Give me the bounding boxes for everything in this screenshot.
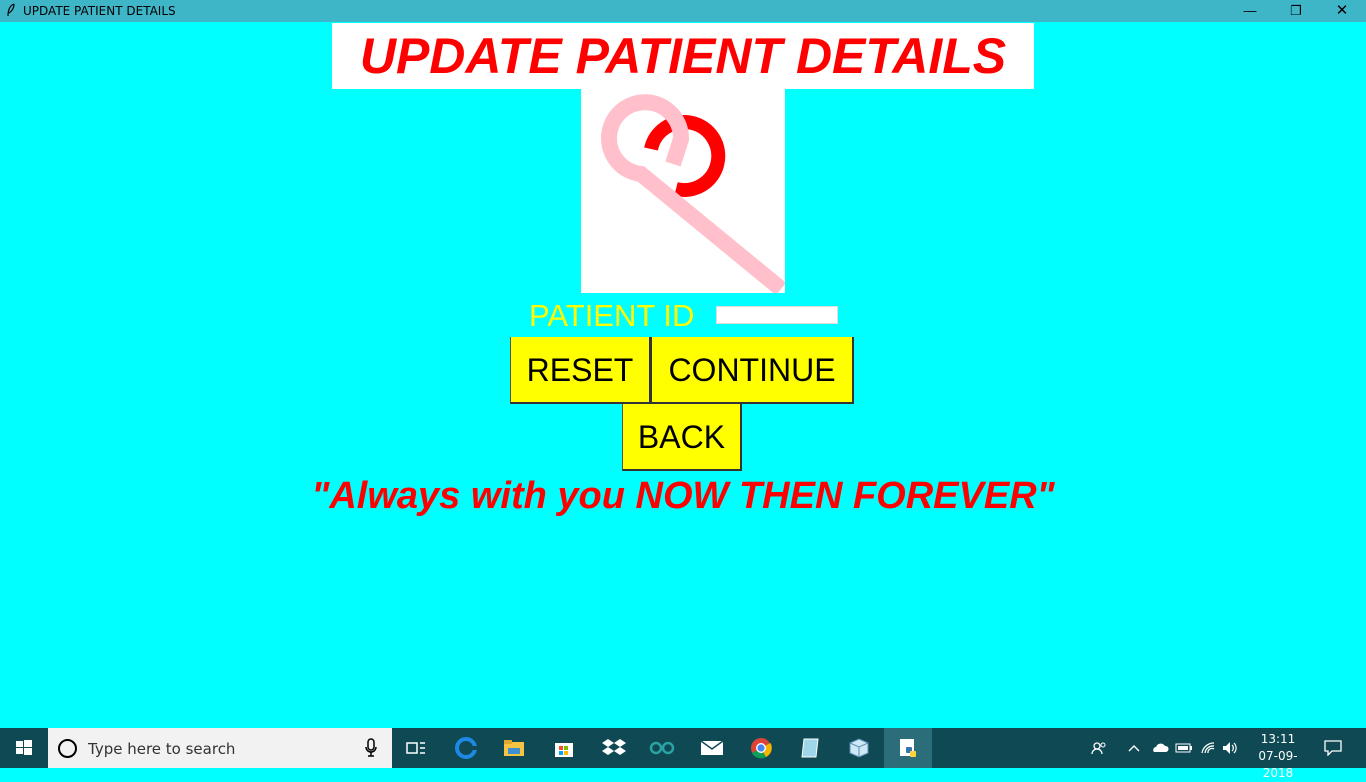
clock-date: 07-09-2018 <box>1258 749 1298 780</box>
windows-icon <box>16 740 32 755</box>
patient-id-label: PATIENT ID <box>529 298 695 333</box>
page-title: UPDATE PATIENT DETAILS <box>332 23 1034 89</box>
patient-id-input[interactable] <box>716 306 838 324</box>
taskbar-search-box[interactable]: Type here to search <box>48 728 392 768</box>
virtualbox-icon[interactable] <box>835 728 883 768</box>
volume-icon[interactable] <box>1220 728 1242 768</box>
taskbar-clock[interactable]: 13:11 07-09-2018 <box>1246 731 1310 782</box>
notepad-icon[interactable] <box>786 728 834 768</box>
edge-browser-icon[interactable] <box>442 728 490 768</box>
back-button[interactable]: BACK <box>622 404 742 471</box>
continue-button[interactable]: CONTINUE <box>651 337 854 404</box>
feather-icon <box>6 3 16 20</box>
people-icon[interactable] <box>1088 728 1110 768</box>
battery-icon[interactable] <box>1174 728 1194 768</box>
maximize-button[interactable]: ❐ <box>1273 0 1319 22</box>
tagline: "Always with you NOW THEN FOREVER" <box>311 475 1055 517</box>
window-title: UPDATE PATIENT DETAILS <box>23 4 176 18</box>
cortana-icon <box>58 739 77 758</box>
awareness-ribbon-logo <box>581 89 787 296</box>
onedrive-icon[interactable] <box>1150 728 1170 768</box>
chrome-icon[interactable] <box>737 728 785 768</box>
file-explorer-icon[interactable] <box>490 728 538 768</box>
chevron-up-icon[interactable] <box>1126 728 1142 768</box>
reset-button[interactable]: RESET <box>510 337 651 404</box>
clock-time: 13:11 <box>1260 732 1296 746</box>
notifications-icon[interactable] <box>1318 728 1348 768</box>
window-titlebar: UPDATE PATIENT DETAILS — ❐ ✕ <box>0 0 1366 22</box>
search-placeholder: Type here to search <box>88 740 236 758</box>
dropbox-icon[interactable] <box>590 728 638 768</box>
start-button[interactable] <box>0 728 48 768</box>
minimize-button[interactable]: — <box>1227 0 1273 22</box>
mail-icon[interactable] <box>688 728 736 768</box>
store-icon[interactable] <box>540 728 588 768</box>
taskbar: Type here to search 13:11 07-09-2018 <box>0 728 1366 780</box>
wifi-icon[interactable] <box>1198 728 1218 768</box>
task-view-icon[interactable] <box>392 728 440 768</box>
python-idle-icon[interactable] <box>884 728 932 768</box>
microphone-icon[interactable] <box>364 738 378 763</box>
arduino-icon[interactable] <box>638 728 686 768</box>
close-button[interactable]: ✕ <box>1319 0 1365 22</box>
